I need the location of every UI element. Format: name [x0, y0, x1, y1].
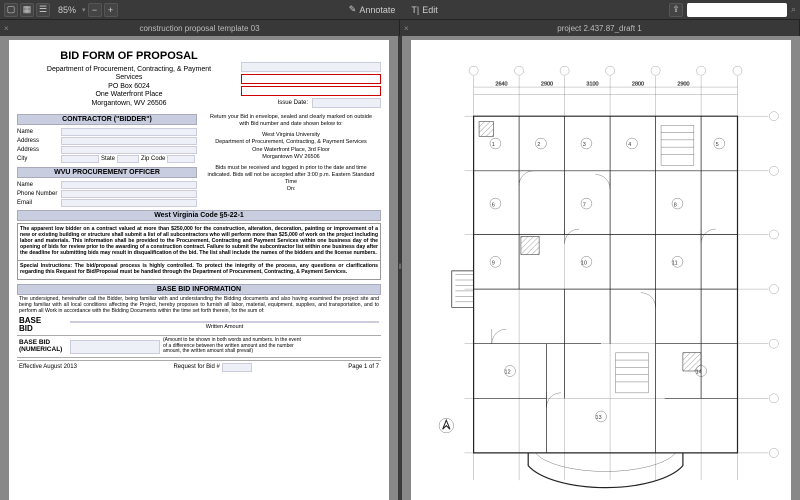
- annotate-button[interactable]: ✎ Annotate: [343, 4, 402, 15]
- section-contractor: CONTRACTOR ("BIDDER"): [17, 114, 197, 125]
- zoom-level[interactable]: 85%: [54, 5, 80, 15]
- svg-text:12: 12: [505, 370, 511, 376]
- issue-date-field[interactable]: [312, 98, 381, 108]
- zoom-out-button[interactable]: −: [88, 3, 102, 17]
- svg-text:2640: 2640: [495, 81, 507, 87]
- required-field-1[interactable]: [241, 74, 381, 84]
- svg-text:2900: 2900: [677, 81, 689, 87]
- svg-text:8: 8: [674, 202, 677, 208]
- svg-text:13: 13: [596, 415, 602, 421]
- chevron-down-icon[interactable]: ▾: [82, 6, 86, 14]
- effective-date: Effective August 2013: [19, 364, 77, 370]
- tab-document-1[interactable]: × construction proposal template 03: [0, 20, 400, 36]
- svg-text:2900: 2900: [541, 81, 553, 87]
- main-toolbar: ▢ ▦ ☰ 85% ▾ − + ✎ Annotate T| Edit ⇪ ⌕: [0, 0, 800, 20]
- doc-title: BID FORM OF PROPOSAL: [17, 50, 241, 62]
- floor-plan-drawing: 2640 2900 3100 2800 2900: [419, 48, 783, 500]
- page-number: Page 1 of 7: [348, 364, 379, 370]
- view-mode-group: ▢ ▦ ☰: [4, 3, 50, 17]
- section-officer: WVU PROCUREMENT OFFICER: [17, 167, 197, 178]
- search-icon[interactable]: ⌕: [791, 4, 796, 15]
- officer-phone-field[interactable]: [61, 190, 197, 198]
- svg-text:4: 4: [628, 142, 631, 148]
- return-instructions: Return your Bid in envelope, sealed and …: [201, 110, 381, 208]
- address-field-2[interactable]: [61, 146, 197, 154]
- zoom-group: 85% ▾ − +: [54, 3, 118, 17]
- address-field-1[interactable]: [61, 137, 197, 145]
- view-list-icon[interactable]: ☰: [36, 3, 50, 17]
- svg-text:2: 2: [537, 142, 540, 148]
- close-icon[interactable]: ×: [4, 24, 9, 33]
- right-pane: 2640 2900 3100 2800 2900: [402, 36, 800, 500]
- tab-document-2[interactable]: × project 2.437.87_draft 1: [400, 20, 800, 36]
- svg-text:7: 7: [583, 202, 586, 208]
- zoom-in-button[interactable]: +: [104, 3, 118, 17]
- svg-text:10: 10: [581, 261, 587, 267]
- base-bid-written-field[interactable]: [70, 321, 379, 323]
- left-pane: BID FORM OF PROPOSAL Department of Procu…: [0, 36, 398, 500]
- zip-field[interactable]: [167, 155, 195, 163]
- required-field-2[interactable]: [241, 86, 381, 96]
- svg-text:3100: 3100: [586, 81, 598, 87]
- state-field[interactable]: [117, 155, 139, 163]
- name-field[interactable]: [61, 128, 197, 136]
- request-bid-number-field[interactable]: [222, 363, 252, 372]
- officer-email-field[interactable]: [61, 199, 197, 207]
- floor-plan-document: 2640 2900 3100 2800 2900: [411, 40, 791, 500]
- split-panes: BID FORM OF PROPOSAL Department of Procu…: [0, 36, 800, 500]
- view-single-icon[interactable]: ▢: [4, 3, 18, 17]
- officer-name-field[interactable]: [61, 181, 197, 189]
- base-bid-numerical-field[interactable]: [70, 340, 160, 354]
- svg-text:2800: 2800: [632, 81, 644, 87]
- bid-form-document: BID FORM OF PROPOSAL Department of Procu…: [9, 40, 389, 500]
- city-field[interactable]: [61, 155, 99, 163]
- svg-text:3: 3: [583, 142, 586, 148]
- bid-number-field[interactable]: [241, 62, 381, 72]
- share-icon[interactable]: ⇪: [669, 3, 683, 17]
- svg-text:14: 14: [696, 370, 702, 376]
- section-basebid: BASE BID INFORMATION: [17, 284, 381, 295]
- svg-text:11: 11: [672, 261, 678, 267]
- section-code: West Virginia Code §5-22-1: [17, 210, 381, 221]
- svg-text:1: 1: [492, 142, 495, 148]
- search-input[interactable]: [687, 3, 787, 17]
- pencil-icon: ✎: [349, 4, 357, 15]
- edit-button[interactable]: T| Edit: [405, 5, 443, 15]
- close-icon[interactable]: ×: [404, 24, 409, 33]
- tab-bar: × construction proposal template 03 × pr…: [0, 20, 800, 36]
- text-icon: T|: [411, 5, 419, 15]
- svg-text:9: 9: [492, 261, 495, 267]
- svg-text:5: 5: [716, 142, 719, 148]
- view-grid-icon[interactable]: ▦: [20, 3, 34, 17]
- svg-text:6: 6: [492, 202, 495, 208]
